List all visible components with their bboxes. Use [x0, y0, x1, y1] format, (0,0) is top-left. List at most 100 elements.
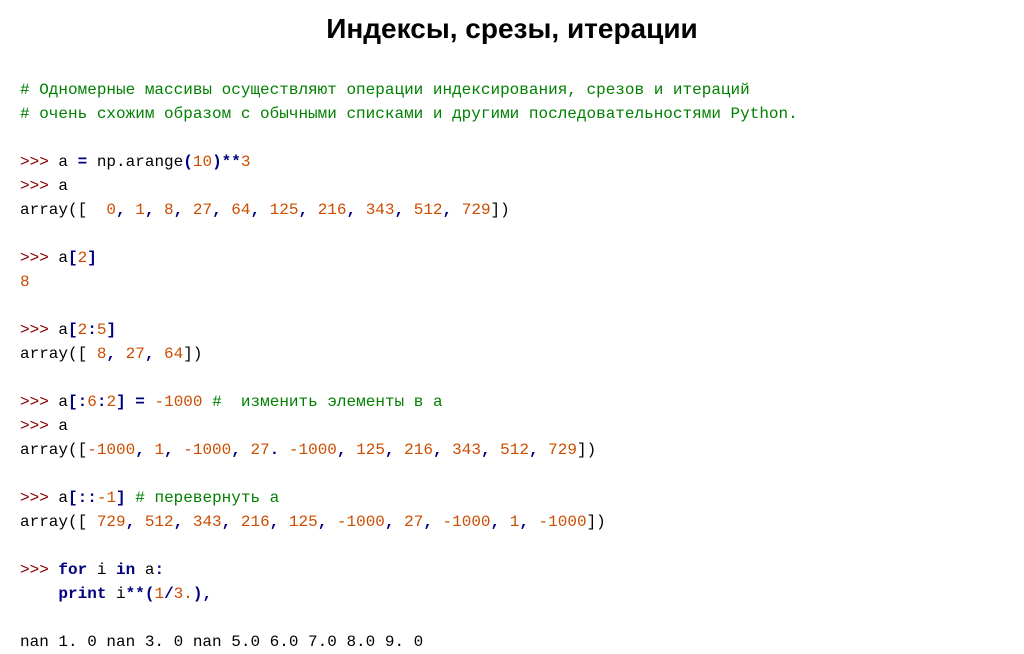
comma: , [126, 513, 145, 531]
comma: , [395, 201, 414, 219]
comma: , [174, 513, 193, 531]
comment: # перевернуть a [126, 489, 280, 507]
comma: , [222, 513, 241, 531]
var-a: a [58, 177, 68, 195]
comma: , [231, 441, 250, 459]
comma: , [318, 513, 337, 531]
var-a: a [58, 153, 68, 171]
comma: , [145, 201, 164, 219]
array-close: ]) [183, 345, 202, 363]
prompt: >>> [20, 489, 58, 507]
num: 729 [548, 441, 577, 459]
num: 27 [404, 513, 423, 531]
kw-for: for [58, 561, 87, 579]
colon: : [97, 393, 107, 411]
num: 343 [452, 441, 481, 459]
num: 3. [174, 585, 193, 603]
sp [106, 585, 116, 603]
prompt: >>> [20, 177, 58, 195]
comma: , [212, 201, 231, 219]
colon: : [154, 561, 164, 579]
prompt: >>> [20, 561, 58, 579]
num-10: 10 [193, 153, 212, 171]
num: 512 [500, 441, 529, 459]
colon: : [78, 393, 88, 411]
sp [279, 441, 289, 459]
num: -1000 [539, 513, 587, 531]
lparen: ( [145, 585, 155, 603]
lbracket: [ [68, 489, 78, 507]
colon: : [87, 321, 97, 339]
num: 2 [106, 393, 116, 411]
var-a: a [58, 489, 68, 507]
comma: , [529, 441, 548, 459]
comma: , [116, 201, 135, 219]
num: 27 [193, 201, 212, 219]
array-close: ]) [491, 201, 510, 219]
code-block: # Одномерные массивы осуществляют операц… [0, 54, 1024, 654]
num: 2 [78, 249, 88, 267]
result: 8 [20, 273, 30, 291]
lparen: ( [183, 153, 193, 171]
lbracket: [ [68, 393, 78, 411]
comma: , [174, 201, 193, 219]
num: -1 [97, 489, 116, 507]
num: 8 [164, 201, 174, 219]
array-close: ]) [587, 513, 606, 531]
array-open: array([ [20, 441, 87, 459]
colon: : [78, 489, 88, 507]
num: 27 [126, 345, 145, 363]
colon: : [87, 489, 97, 507]
comma: , [164, 441, 183, 459]
prompt: >>> [20, 153, 58, 171]
num: 512 [414, 201, 443, 219]
comma: , [270, 513, 289, 531]
comma: , [385, 441, 404, 459]
page-title: Индексы, срезы, итерации [0, 0, 1024, 54]
var-a: a [58, 249, 68, 267]
num: 125 [289, 513, 318, 531]
num: 64 [164, 345, 183, 363]
sp [106, 561, 116, 579]
prompt: >>> [20, 393, 58, 411]
num: 343 [193, 513, 222, 531]
num: -1000 [289, 441, 337, 459]
comma: , [519, 513, 538, 531]
num: 2 [78, 321, 88, 339]
num: 8 [97, 345, 107, 363]
array-open: array([ [20, 345, 97, 363]
comment: # изменить элементы в a [203, 393, 443, 411]
comma: , [250, 201, 269, 219]
comma: , [145, 345, 164, 363]
rparen: ) [193, 585, 203, 603]
prompt: >>> [20, 321, 58, 339]
result-final: nan 1. 0 nan 3. 0 nan 5.0 6.0 7.0 8.0 9.… [20, 633, 423, 651]
num: 125 [270, 201, 299, 219]
num: -1000 [154, 393, 202, 411]
comma: , [298, 201, 317, 219]
rparen: ) [212, 153, 222, 171]
dot: . [270, 441, 280, 459]
num: 125 [356, 441, 385, 459]
comma: , [433, 441, 452, 459]
comma: , [491, 513, 510, 531]
lbracket: [ [68, 321, 78, 339]
num: 343 [366, 201, 395, 219]
num: -1000 [337, 513, 385, 531]
op-assign: = [68, 153, 97, 171]
prompt: >>> [20, 417, 58, 435]
lbracket: [ [68, 249, 78, 267]
comma: , [385, 513, 404, 531]
num: 512 [145, 513, 174, 531]
var-i: i [116, 585, 126, 603]
num: 5 [97, 321, 107, 339]
prompt: >>> [20, 249, 58, 267]
func-arange: np.arange [97, 153, 183, 171]
comment-line-2: # очень схожим образом с обычными списка… [20, 105, 798, 123]
op-div: / [164, 585, 174, 603]
op-pow: ** [222, 153, 241, 171]
num: 64 [231, 201, 250, 219]
sp [87, 561, 97, 579]
num: 729 [97, 513, 126, 531]
array-open: array([ [20, 513, 97, 531]
